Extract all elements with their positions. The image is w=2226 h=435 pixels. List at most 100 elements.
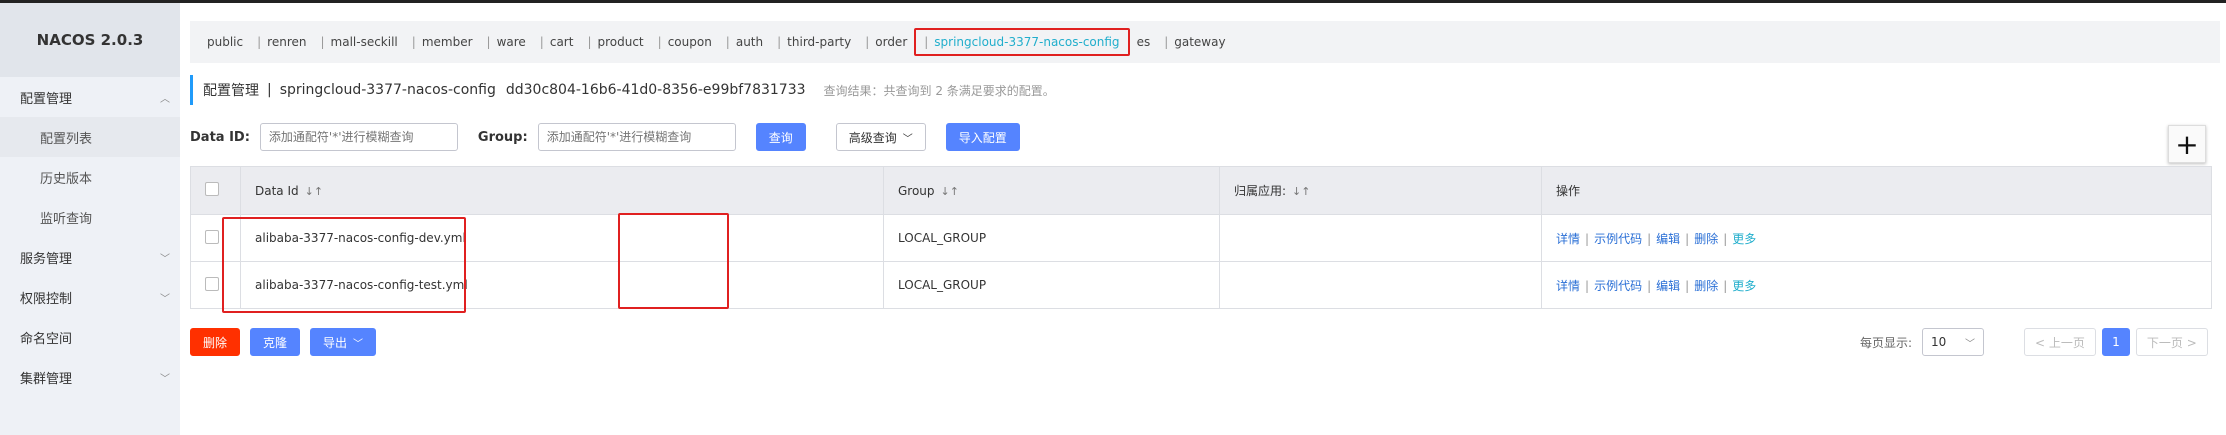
sidebar-item-config-management[interactable]: 配置管理 ︿	[0, 77, 180, 117]
sidebar-item-listener-query[interactable]: 监听查询	[0, 197, 180, 237]
namespace-tab-public[interactable]: public	[200, 35, 250, 49]
sidebar-item-label: 集群管理	[20, 371, 73, 387]
sort-icon[interactable]: ↓↑	[1292, 185, 1310, 198]
namespace-tab-product[interactable]: product	[580, 35, 650, 49]
next-page-button[interactable]: 下一页 >	[2135, 328, 2208, 356]
column-data-id[interactable]: Data Id ↓↑	[240, 166, 884, 215]
edit-link[interactable]: 编辑	[1656, 232, 1680, 246]
namespace-tab-cart[interactable]: cart	[533, 35, 581, 49]
group-label: Group:	[477, 129, 528, 145]
namespace-tab-renren[interactable]: renren	[250, 35, 313, 49]
sample-code-link[interactable]: 示例代码	[1594, 232, 1642, 246]
select-all-checkbox[interactable]	[205, 182, 219, 196]
divider: |	[1647, 278, 1652, 293]
sort-icon[interactable]: ↓↑	[941, 185, 959, 198]
namespace-id: dd30c804-16b6-41d0-8356-e99bf7831733	[505, 82, 806, 98]
namespace-tab-coupon[interactable]: coupon	[651, 35, 719, 49]
divider: |	[1685, 231, 1690, 246]
namespace-tab-order[interactable]: order	[858, 35, 914, 49]
divider: |	[1685, 278, 1690, 293]
divider: |	[1723, 278, 1728, 293]
clone-button[interactable]: 克隆	[250, 328, 301, 356]
divider: |	[1585, 231, 1590, 246]
delete-link[interactable]: 删除	[1694, 232, 1718, 246]
export-button[interactable]: 导出 ﹀	[310, 328, 377, 356]
namespace-tab-ware[interactable]: ware	[480, 35, 533, 49]
import-config-button[interactable]: 导入配置	[945, 123, 1020, 151]
table-row: alibaba-3377-nacos-config-dev.yml LOCAL_…	[190, 214, 2212, 262]
prev-page-button[interactable]: < 上一页	[2024, 328, 2096, 356]
divider: |	[1585, 278, 1590, 293]
namespace-tab-member[interactable]: member	[405, 35, 480, 49]
sidebar-item-label: 权限控制	[20, 291, 73, 307]
divider: |	[1647, 231, 1652, 246]
delete-link[interactable]: 删除	[1694, 279, 1718, 293]
chevron-down-icon: ﹀	[160, 254, 170, 265]
data-id-label: Data ID:	[190, 129, 250, 145]
sidebar-item-config-list[interactable]: 配置列表	[0, 117, 180, 157]
sidebar-item-label: 配置列表	[40, 131, 93, 147]
sidebar-item-service-management[interactable]: 服务管理 ﹀	[0, 237, 180, 277]
title-separator: |	[267, 82, 272, 98]
row-select-cell	[190, 261, 241, 309]
row-checkbox[interactable]	[205, 276, 219, 291]
column-group[interactable]: Group ↓↑	[883, 166, 1220, 215]
namespace-tab-springcloud-3377-nacos-config[interactable]: springcloud-3377-nacos-config	[914, 28, 1130, 56]
divider: |	[1723, 231, 1728, 246]
sidebar-item-cluster-management[interactable]: 集群管理 ﹀	[0, 357, 180, 397]
advanced-search-label: 高级查询	[848, 130, 897, 145]
chevron-up-icon: ︿	[160, 94, 170, 105]
cell-group: LOCAL_GROUP	[883, 214, 1220, 262]
cell-data-id: alibaba-3377-nacos-config-test.yml	[240, 261, 884, 309]
sort-icon[interactable]: ↓↑	[305, 185, 323, 198]
main-content: public renren mall-seckill member ware c…	[180, 3, 2226, 435]
detail-link[interactable]: 详情	[1556, 232, 1580, 246]
add-config-button[interactable]: +	[2168, 125, 2206, 163]
sidebar-item-label: 监听查询	[40, 211, 93, 227]
sidebar-item-namespace[interactable]: 命名空间	[0, 317, 180, 357]
delete-button[interactable]: 删除	[190, 328, 241, 356]
namespace-tab-mall-seckill[interactable]: mall-seckill	[313, 35, 404, 49]
cell-app	[1219, 214, 1542, 262]
page-title: 配置管理 | springcloud-3377-nacos-config dd3…	[190, 75, 1055, 105]
sidebar: NACOS 2.0.3 配置管理 ︿ 配置列表 历史版本 监听查询 服务管理 ﹀…	[0, 3, 180, 435]
sidebar-item-access-control[interactable]: 权限控制 ﹀	[0, 277, 180, 317]
row-checkbox[interactable]	[205, 229, 219, 244]
edit-link[interactable]: 编辑	[1656, 279, 1680, 293]
chevron-down-icon: ﹀	[353, 338, 364, 350]
namespace-tab-gateway[interactable]: gateway	[1157, 35, 1232, 49]
more-link[interactable]: 更多	[1732, 232, 1756, 246]
sidebar-item-history[interactable]: 历史版本	[0, 157, 180, 197]
namespace-tab-es[interactable]: es	[1130, 35, 1158, 49]
namespace-tab-auth[interactable]: auth	[719, 35, 770, 49]
config-table: Data Id ↓↑ Group ↓↑ 归属应用: ↓↑ 操作 alibaba-337…	[190, 166, 2212, 309]
table-header-row: Data Id ↓↑ Group ↓↑ 归属应用: ↓↑ 操作	[190, 166, 2212, 215]
detail-link[interactable]: 详情	[1556, 279, 1580, 293]
sidebar-item-label: 服务管理	[20, 251, 73, 267]
more-link[interactable]: 更多	[1732, 279, 1756, 293]
cell-data-id: alibaba-3377-nacos-config-dev.yml	[240, 214, 884, 262]
brand-logo: NACOS 2.0.3	[0, 3, 180, 77]
row-select-cell	[190, 214, 241, 262]
column-app[interactable]: 归属应用: ↓↑	[1219, 166, 1542, 215]
filter-bar: Data ID: Group: 查询 高级查询 ﹀ 导入配置	[190, 123, 1020, 151]
sample-code-link[interactable]: 示例代码	[1594, 279, 1642, 293]
namespace-bar: public renren mall-seckill member ware c…	[190, 21, 2220, 63]
select-all-cell	[190, 166, 241, 215]
column-label: Group	[898, 183, 935, 198]
search-button[interactable]: 查询	[755, 123, 806, 151]
page-1-button[interactable]: 1	[2101, 328, 2130, 356]
advanced-search-button[interactable]: 高级查询 ﹀	[835, 123, 926, 151]
bulk-actions: 删除 克隆 导出 ﹀	[190, 328, 377, 356]
cell-ops: 详情 | 示例代码 | 编辑 | 删除 | 更多	[1541, 261, 2212, 309]
chevron-down-icon: ﹀	[160, 294, 170, 305]
namespace-tab-third-party[interactable]: third-party	[770, 35, 858, 49]
sidebar-item-label: 配置管理	[20, 91, 73, 107]
group-input[interactable]	[537, 123, 736, 151]
sidebar-item-label: 历史版本	[40, 171, 93, 187]
page-title-text: 配置管理	[203, 83, 259, 99]
column-ops: 操作	[1541, 166, 2212, 215]
per-page-select[interactable]: 10 ﹀	[1922, 328, 1985, 356]
sidebar-item-label: 命名空间	[20, 331, 73, 347]
data-id-input[interactable]	[259, 123, 458, 151]
